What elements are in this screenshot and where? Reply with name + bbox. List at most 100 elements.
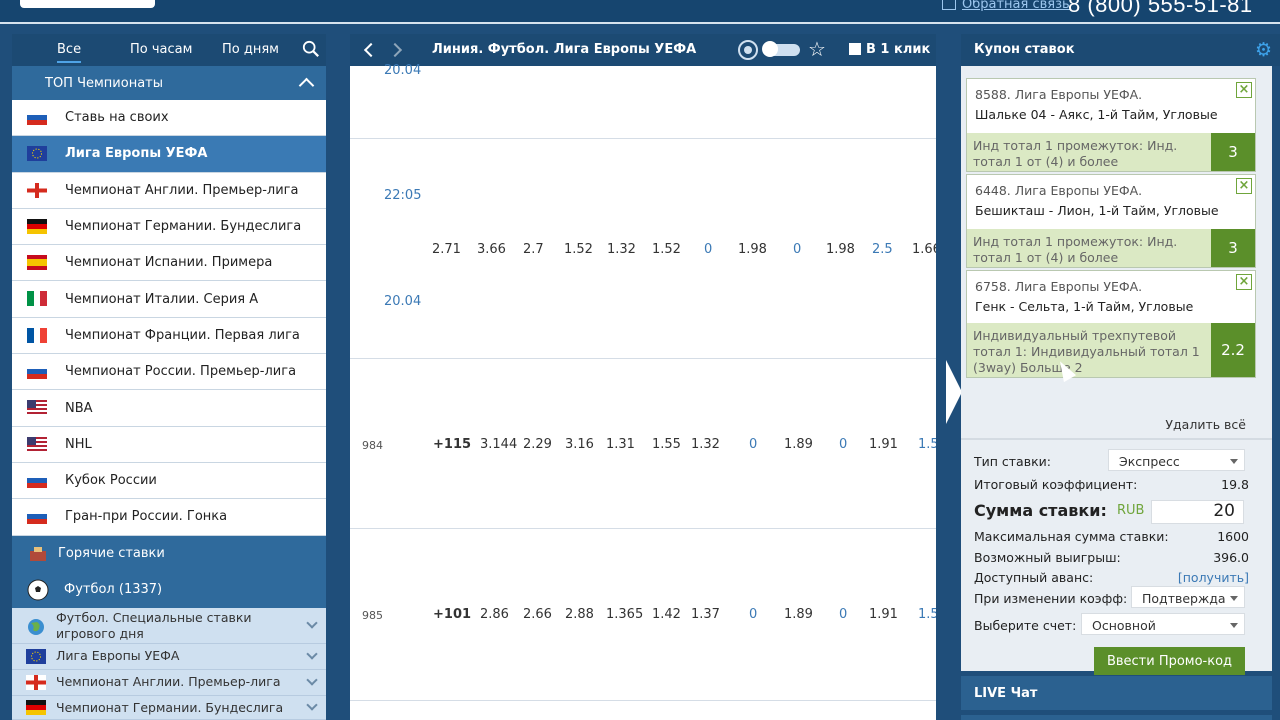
odds-cell[interactable]: 1.52 [564, 242, 593, 257]
view-toggle[interactable] [762, 41, 800, 57]
odds-cell[interactable]: 1.32 [607, 242, 636, 257]
close-icon[interactable]: × [1236, 274, 1252, 290]
tab-by-days[interactable]: По дням [222, 42, 279, 57]
championship-item[interactable]: NHL [12, 426, 326, 463]
odds-cell[interactable]: 2.29 [523, 437, 552, 452]
odds-cell[interactable]: 1.32 [691, 437, 720, 452]
row-divider [350, 138, 936, 139]
championship-item[interactable]: Чемпионат России. Премьер-лига [12, 354, 326, 391]
live-chat-button[interactable]: LIVE Чат [961, 676, 1272, 710]
more-markets-link[interactable]: +115 [433, 437, 471, 452]
odds-cell[interactable]: 3.66 [477, 242, 506, 257]
feedback-link[interactable]: Обратная связь [940, 0, 1070, 12]
football-item[interactable]: Футбол (1337) [12, 571, 326, 608]
football-subcategory[interactable]: Футбол. Специальные ставки игрового дня [12, 607, 326, 644]
top-bar: Обратная связь 8 (800) 555-51-81 [0, 0, 1280, 24]
tab-by-hours[interactable]: По часам [130, 42, 192, 57]
dropdown-arrow-icon [1230, 596, 1238, 601]
tab-all[interactable]: Все [57, 42, 82, 63]
odds-cell[interactable]: 1.365 [606, 607, 643, 622]
left-sidebar: Все По часам По дням ТОП Чемпионаты Став… [12, 34, 326, 720]
event-number: 985 [362, 609, 383, 622]
odds-cell[interactable]: 1.37 [691, 607, 720, 622]
odds-cell[interactable]: 2.7 [523, 242, 544, 257]
more-markets-link[interactable]: +101 [433, 607, 471, 622]
hot-bets-item[interactable]: Горячие ставки [12, 535, 326, 572]
odds-cell[interactable]: 0 [839, 607, 847, 622]
star-icon[interactable]: ☆ [808, 37, 826, 61]
odds-cell[interactable]: 1.52 [652, 242, 681, 257]
flag-icon-en [27, 182, 47, 198]
close-icon[interactable]: × [1236, 82, 1252, 98]
football-subcategory[interactable]: Лига Европы УЕФА [12, 643, 326, 670]
odds-cell[interactable]: 1.5 [918, 607, 936, 622]
chevron-down-icon[interactable] [306, 647, 318, 660]
championship-item[interactable]: Гран-при России. Гонка [12, 499, 326, 536]
odds-cell[interactable]: 2.5 [872, 242, 893, 257]
account-select[interactable]: Основной [1081, 613, 1245, 635]
target-icon[interactable] [738, 40, 758, 60]
odds-cell[interactable]: 1.55 [652, 437, 681, 452]
championship-item[interactable]: Чемпионат Франции. Первая лига [12, 317, 326, 355]
championship-item[interactable]: Чемпионат Италии. Серия А [12, 281, 326, 318]
championship-label: Чемпионат Германии. Бундеслига [65, 219, 302, 235]
one-click-checkbox[interactable] [849, 43, 861, 55]
stake-input[interactable]: 20 [1151, 500, 1244, 524]
football-subcategory[interactable]: Чемпионат Англии. Премьер-лига [12, 669, 326, 696]
odds-cell[interactable]: 0 [749, 607, 757, 622]
odds-cell[interactable]: 2.66 [523, 607, 552, 622]
odds-cell[interactable]: 1.66 [912, 242, 936, 257]
championship-item[interactable]: Чемпионат Англии. Премьер-лига [12, 172, 326, 209]
chevron-down-icon[interactable] [306, 673, 318, 686]
odds-cell[interactable]: 0 [749, 437, 757, 452]
collapse-coupon-handle[interactable] [946, 360, 962, 424]
odds-cell[interactable]: 1.91 [869, 607, 898, 622]
get-advance-link[interactable]: [получить] [1178, 570, 1249, 585]
search-icon[interactable] [302, 40, 320, 58]
coef-change-select[interactable]: Подтвержда [1131, 586, 1245, 608]
gear-icon[interactable]: ⚙ [1255, 39, 1272, 61]
odds-cell[interactable]: 1.42 [652, 607, 681, 622]
bet-coefficient: 3 [1211, 229, 1255, 267]
next-arrow-icon[interactable] [387, 42, 403, 58]
logo[interactable] [20, 0, 155, 8]
max-stake-value: 1600 [1217, 529, 1249, 544]
bet-type-select[interactable]: Экспресс [1108, 449, 1245, 471]
championship-item[interactable]: Чемпионат Германии. Бундеслига [12, 208, 326, 246]
odds-cell[interactable]: 2.71 [432, 242, 461, 257]
odds-cell[interactable]: 3.16 [565, 437, 594, 452]
top-championships-header[interactable]: ТОП Чемпионаты [12, 66, 326, 100]
odds-cell[interactable]: 1.89 [784, 437, 813, 452]
odds-cell[interactable]: 1.89 [784, 607, 813, 622]
championship-item[interactable]: Кубок России [12, 462, 326, 500]
period-tabs: Все По часам По дням [12, 34, 326, 66]
advance-label: Доступный аванс: [974, 570, 1094, 585]
odds-cell[interactable]: 2.86 [480, 607, 509, 622]
odds-cell[interactable]: 1.98 [738, 242, 767, 257]
chevron-up-icon[interactable] [298, 77, 315, 94]
championship-label: NBA [65, 400, 93, 416]
odds-cell[interactable]: 1.91 [869, 437, 898, 452]
chevron-down-icon[interactable] [306, 616, 318, 629]
football-subcategory[interactable]: Чемпионат Германии. Бундеслига [12, 695, 326, 720]
odds-cell[interactable]: 1.31 [606, 437, 635, 452]
bet-event-line: 6758. Лига Европы УЕФА. [975, 279, 1143, 294]
chevron-down-icon[interactable] [306, 698, 318, 711]
odds-cell[interactable]: 1.5 [918, 437, 936, 452]
delete-all-link[interactable]: Удалить всё [1165, 417, 1246, 432]
odds-cell[interactable]: 2.88 [565, 607, 594, 622]
close-icon[interactable]: × [1236, 178, 1252, 194]
flag-icon-fr [27, 327, 47, 343]
odds-cell[interactable]: 3.144 [480, 437, 517, 452]
odds-cell[interactable]: 0 [704, 242, 712, 257]
championship-label: Кубок России [65, 473, 157, 489]
championship-item[interactable]: Чемпионат Испании. Примера [12, 245, 326, 282]
championship-item[interactable]: NBA [12, 390, 326, 427]
prev-arrow-icon[interactable] [363, 42, 379, 58]
promo-code-button[interactable]: Ввести Промо-код [1094, 647, 1245, 675]
championship-item[interactable]: Ставь на своих [12, 100, 326, 137]
odds-cell[interactable]: 1.98 [826, 242, 855, 257]
odds-cell[interactable]: 0 [793, 242, 801, 257]
championship-item[interactable]: Лига Европы УЕФА [12, 136, 326, 173]
odds-cell[interactable]: 0 [839, 437, 847, 452]
